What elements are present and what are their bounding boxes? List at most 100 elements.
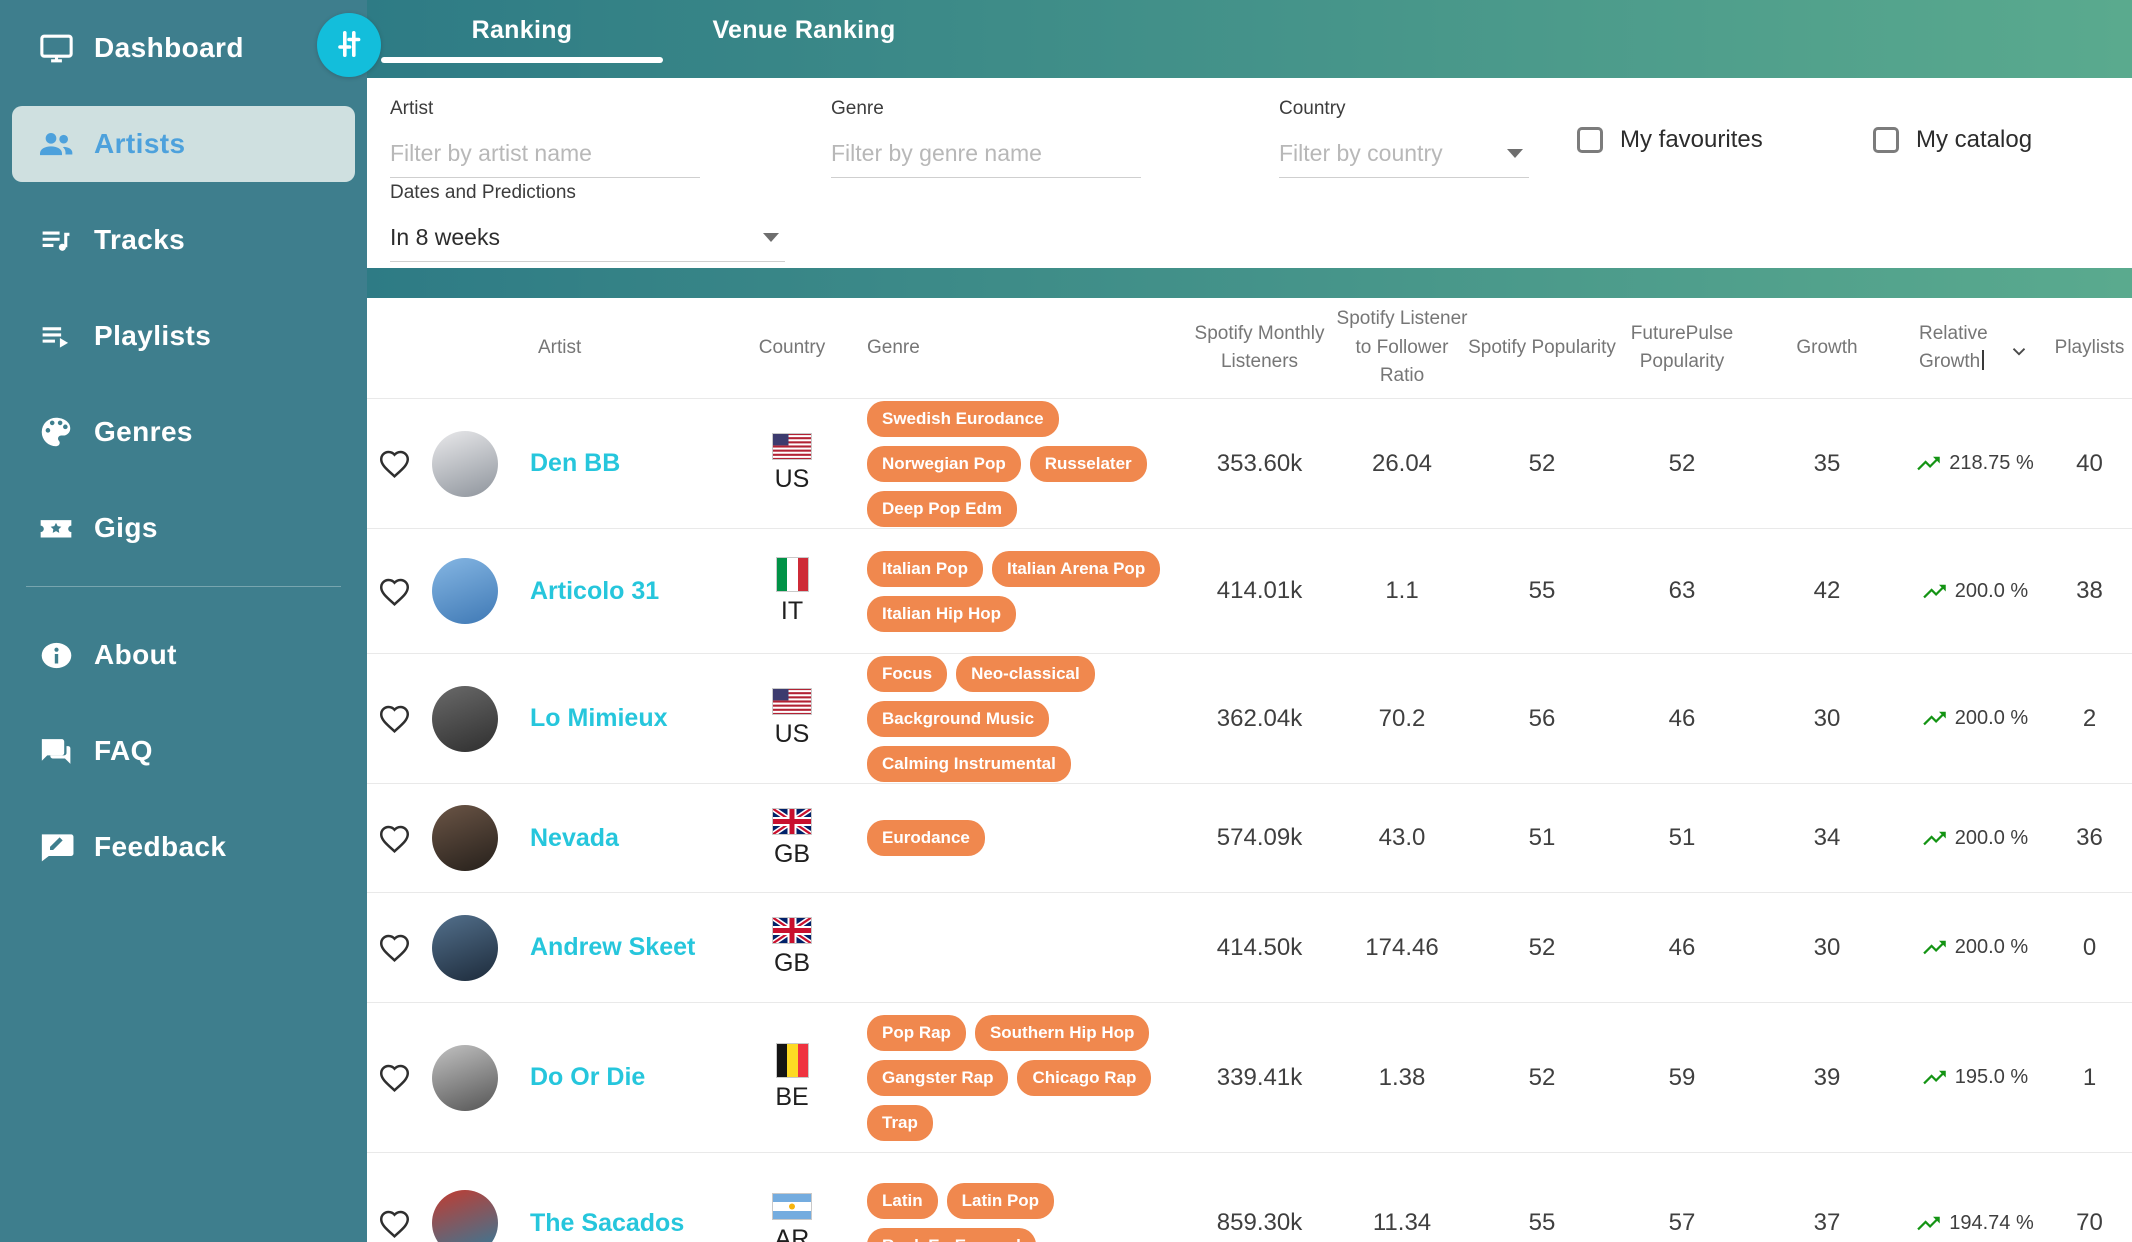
monthly-listeners-value: 353.60k <box>1216 449 1303 477</box>
heart-outline-icon[interactable] <box>377 1206 412 1241</box>
country-filter-select[interactable]: Filter by country <box>1279 134 1529 178</box>
genre-chip[interactable]: Trap <box>867 1104 933 1141</box>
column-header-spotify-monthly-listeners[interactable]: Spotify Monthly Listeners <box>1187 320 1332 377</box>
column-header-relative-growth[interactable]: Relative Growth <box>1919 320 2030 377</box>
avatar-cell <box>422 1190 522 1242</box>
genre-chip[interactable]: Chicago Rap <box>1017 1059 1152 1096</box>
genre-chip[interactable]: Southern Hip Hop <box>974 1014 1150 1051</box>
artist-name-link[interactable]: Lo Mimieux <box>522 704 668 733</box>
column-header-spotify-popularity[interactable]: Spotify Popularity <box>1468 334 1616 363</box>
column-header-growth[interactable]: Growth <box>1796 334 1857 363</box>
artist-avatar <box>432 685 498 752</box>
active-tab-underline <box>381 57 663 63</box>
my-favourites-label: My favourites <box>1620 126 1763 153</box>
genre-filter-input[interactable] <box>831 134 1141 178</box>
genre-chip[interactable]: Neo-classical <box>956 655 1095 692</box>
tab-bar: Ranking Venue Ranking <box>381 0 945 78</box>
artist-filter-input[interactable] <box>390 134 700 178</box>
futurepulse-popularity-value: 46 <box>1668 704 1696 732</box>
playlist-icon <box>32 316 80 356</box>
sidebar-item-label: About <box>94 639 177 670</box>
genre-chip[interactable]: Latin Pop <box>946 1182 1055 1219</box>
artist-name-link[interactable]: The Sacados <box>522 1209 684 1238</box>
listener-follower-ratio-value: 70.2 <box>1378 704 1426 732</box>
sidebar-item-dashboard[interactable]: Dashboard <box>12 10 355 86</box>
relative-growth-value: 200.0 % <box>1954 936 2029 958</box>
genres-cell <box>847 893 1187 1002</box>
tab-label: Venue Ranking <box>712 16 896 44</box>
column-header-artist[interactable]: Artist <box>522 334 581 363</box>
monthly-listeners-value: 574.09k <box>1216 824 1303 851</box>
growth-value: 42 <box>1813 577 1841 604</box>
heart-outline-icon[interactable] <box>377 1060 412 1095</box>
table-body: Den BB US Swedish Eurodance Norwegian Pop Ru… <box>367 399 2132 1242</box>
genre-chip[interactable]: Italian Hip Hop <box>867 595 1016 632</box>
heart-outline-icon[interactable] <box>377 930 412 965</box>
dates-filter-field: Dates and Predictions In 8 weeks <box>390 182 785 262</box>
sidebar-item-faq[interactable]: FAQ <box>12 713 355 789</box>
sidebar-item-genres[interactable]: Genres <box>12 394 355 470</box>
playlists-value: 0 <box>2082 933 2097 961</box>
listener-follower-ratio-value: 11.34 <box>1372 1209 1432 1236</box>
country-cell: GB <box>737 807 847 869</box>
genre-chip[interactable]: Deep Pop Edm <box>867 490 1017 527</box>
sidebar-item-playlists[interactable]: Playlists <box>12 298 355 374</box>
relative-growth-value: 200.0 % <box>1954 826 2029 849</box>
feedback-icon <box>32 827 80 867</box>
genre-chip[interactable]: Swedish Eurodance <box>867 400 1059 437</box>
country-filter-label: Country <box>1279 98 1346 119</box>
dates-filter-select[interactable]: In 8 weeks <box>390 218 785 262</box>
genre-chip[interactable]: Calming Instrumental <box>867 745 1071 782</box>
artist-name-link[interactable]: Andrew Skeet <box>522 933 695 962</box>
playlists-value: 1 <box>2082 1063 2097 1091</box>
sidebar-item-gigs[interactable]: Gigs <box>12 490 355 566</box>
artist-cell: Articolo 31 <box>522 577 737 606</box>
genre-chip[interactable]: Latin <box>867 1182 938 1219</box>
flag-it-icon <box>775 556 809 592</box>
genre-chip[interactable]: Italian Pop <box>867 550 983 587</box>
tab-label: Ranking <box>471 16 573 44</box>
artist-name-link[interactable]: Nevada <box>522 824 619 853</box>
genre-chip[interactable]: Background Music <box>867 700 1050 737</box>
heart-outline-icon[interactable] <box>377 821 412 856</box>
genres-cell: Swedish Eurodance Norwegian Pop Russelater… <box>847 399 1187 528</box>
my-catalog-label: My catalog <box>1916 126 2033 153</box>
genre-chip[interactable]: Eurodance <box>867 820 985 856</box>
genre-chip[interactable]: Focus <box>867 655 948 692</box>
genre-chip[interactable]: Russelater <box>1029 445 1147 482</box>
flag-us-icon <box>772 688 812 715</box>
genre-chip[interactable]: Rock En Espanol <box>867 1227 1036 1242</box>
artist-name-link[interactable]: Do Or Die <box>522 1063 645 1092</box>
filter-toggle-button[interactable] <box>317 13 381 77</box>
table-row: Andrew Skeet GB 414.50k 174.46 52 46 30 200.0 %… <box>367 893 2132 1003</box>
sidebar-item-feedback[interactable]: Feedback <box>12 809 355 885</box>
sidebar-item-about[interactable]: About <box>12 617 355 693</box>
artist-avatar <box>432 1044 498 1111</box>
my-catalog-checkbox[interactable] <box>1873 127 1899 153</box>
artist-name-link[interactable]: Articolo 31 <box>522 577 659 606</box>
genre-chip[interactable]: Norwegian Pop <box>867 445 1021 482</box>
playlists-value: 40 <box>2076 449 2103 477</box>
column-header-genre[interactable]: Genre <box>847 334 920 363</box>
column-header-playlists[interactable]: Playlists <box>2055 334 2125 363</box>
genre-chip[interactable]: Gangster Rap <box>867 1059 1009 1096</box>
tab-ranking[interactable]: Ranking <box>381 0 663 78</box>
people-icon <box>32 124 80 164</box>
playlists-value: 36 <box>2076 824 2103 851</box>
heart-outline-icon[interactable] <box>377 574 412 609</box>
dates-filter-label: Dates and Predictions <box>390 182 576 203</box>
column-header-spotify-listener-to-follower-ratio[interactable]: Spotify Listener to Follower Ratio <box>1332 305 1472 391</box>
heart-outline-icon[interactable] <box>377 446 412 481</box>
artist-name-link[interactable]: Den BB <box>522 449 620 478</box>
sidebar-item-artists[interactable]: Artists <box>12 106 355 182</box>
genre-chip[interactable]: Italian Arena Pop <box>991 550 1161 587</box>
heart-outline-icon[interactable] <box>377 701 412 736</box>
genre-chip[interactable]: Pop Rap <box>867 1014 966 1051</box>
palette-icon <box>32 412 80 452</box>
column-header-country[interactable]: Country <box>759 334 826 363</box>
column-header-futurepulse-popularity[interactable]: FuturePulse Popularity <box>1622 320 1742 377</box>
artist-filter-field: Artist <box>390 98 700 178</box>
my-favourites-checkbox[interactable] <box>1577 127 1603 153</box>
sidebar-item-tracks[interactable]: Tracks <box>12 202 355 278</box>
tab-venue-ranking[interactable]: Venue Ranking <box>663 0 945 78</box>
